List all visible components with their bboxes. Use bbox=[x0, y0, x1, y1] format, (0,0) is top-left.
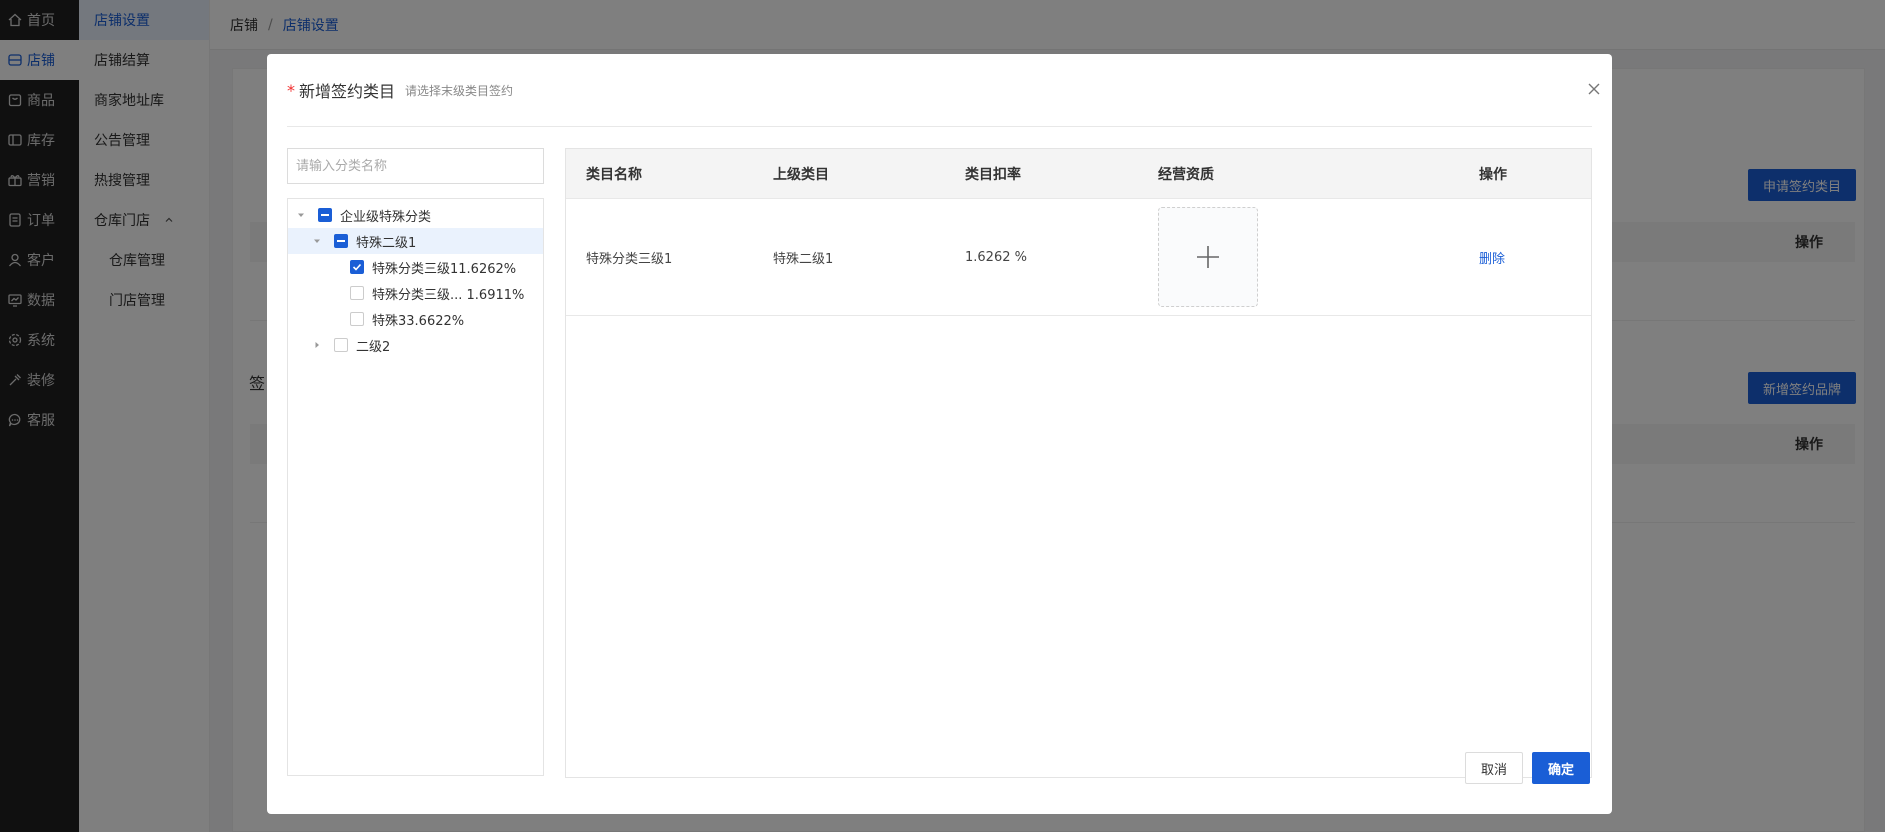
tree-checkbox[interactable] bbox=[334, 338, 348, 352]
caret-down-icon[interactable] bbox=[312, 236, 322, 246]
tree-node[interactable]: 二级2 bbox=[288, 332, 543, 358]
tree-node-label: 二级2 bbox=[356, 339, 391, 355]
modal-title: 新增签约类目 bbox=[299, 82, 396, 101]
tree-checkbox[interactable] bbox=[334, 234, 348, 248]
category-tree: 企业级特殊分类 特殊二级1 特殊分类三级11.6262% 特殊分类三级... 1… bbox=[287, 198, 544, 776]
cancel-button[interactable]: 取消 bbox=[1465, 752, 1523, 784]
col-header-rate: 类目扣率 bbox=[965, 166, 1021, 183]
tree-node-label: 特殊33.6622% bbox=[372, 313, 465, 329]
qualification-upload[interactable] bbox=[1158, 207, 1258, 307]
tree-checkbox-checked[interactable] bbox=[350, 260, 364, 274]
modal-hint: 请选择末级类目签约 bbox=[405, 83, 514, 98]
app-root: 首页 店铺 商品 库存 营销 订单 客户 数据 bbox=[0, 0, 1885, 832]
cell-name: 特殊分类三级1 bbox=[586, 251, 673, 267]
caret-down-icon[interactable] bbox=[296, 210, 306, 220]
tree-node[interactable]: 特殊分类三级11.6262% bbox=[288, 254, 543, 280]
plus-icon bbox=[1197, 246, 1219, 268]
cell-rate: 1.6262 % bbox=[965, 249, 1027, 265]
tree-node-label: 特殊二级1 bbox=[356, 235, 417, 251]
selected-category-table: 类目名称 上级类目 类目扣率 经营资质 操作 特殊分类三级1 特殊二级1 1.6… bbox=[565, 148, 1592, 778]
col-header-parent: 上级类目 bbox=[773, 166, 829, 183]
tree-node-label: 企业级特殊分类 bbox=[340, 209, 432, 225]
col-header-qualification: 经营资质 bbox=[1158, 166, 1214, 183]
check-icon bbox=[352, 263, 362, 271]
tree-checkbox[interactable] bbox=[318, 208, 332, 222]
tree-node-label: 特殊分类三级... 1.6911% bbox=[372, 287, 525, 303]
tree-node[interactable]: 企业级特殊分类 bbox=[288, 202, 543, 228]
table-header-row: 类目名称 上级类目 类目扣率 经营资质 操作 bbox=[566, 149, 1591, 199]
col-header-action: 操作 bbox=[1479, 166, 1507, 183]
category-search-input[interactable] bbox=[287, 148, 544, 184]
tree-node-label: 特殊分类三级11.6262% bbox=[372, 261, 517, 277]
tree-checkbox[interactable] bbox=[350, 286, 364, 300]
close-icon[interactable] bbox=[1586, 81, 1602, 97]
add-category-modal: * 新增签约类目 请选择末级类目签约 企业级特殊分类 特殊二级1 特殊分类 bbox=[267, 54, 1612, 814]
confirm-button[interactable]: 确定 bbox=[1532, 752, 1590, 784]
modal-header: * 新增签约类目 请选择末级类目签约 bbox=[287, 54, 1592, 127]
delete-link[interactable]: 删除 bbox=[1479, 248, 1505, 267]
tree-checkbox[interactable] bbox=[350, 312, 364, 326]
col-header-name: 类目名称 bbox=[586, 166, 642, 183]
tree-node[interactable]: 特殊二级1 bbox=[288, 228, 543, 254]
tree-node[interactable]: 特殊分类三级... 1.6911% bbox=[288, 280, 543, 306]
caret-right-icon[interactable] bbox=[312, 340, 322, 350]
tree-node[interactable]: 特殊33.6622% bbox=[288, 306, 543, 332]
required-mark: * bbox=[287, 80, 295, 100]
table-row: 特殊分类三级1 特殊二级1 1.6262 % 删除 bbox=[566, 199, 1591, 316]
cell-parent: 特殊二级1 bbox=[773, 251, 834, 267]
